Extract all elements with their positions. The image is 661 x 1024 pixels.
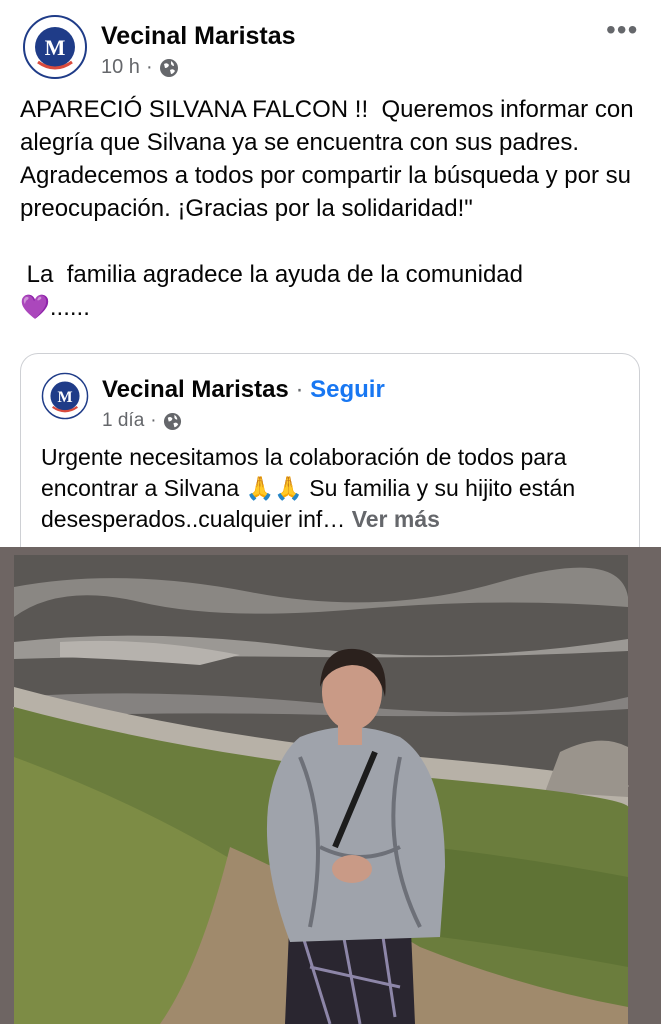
shared-post-author-line: Vecinal Maristas · Seguir	[102, 376, 385, 404]
vecinal-maristas-logo-icon: M	[41, 372, 89, 420]
shared-post-time[interactable]: 1 día	[102, 410, 144, 432]
svg-text:M: M	[45, 35, 66, 60]
shared-post-author[interactable]: Vecinal Maristas	[102, 376, 289, 403]
globe-icon[interactable]	[163, 412, 182, 431]
follow-button[interactable]: Seguir	[310, 376, 385, 403]
author-dot: ·	[295, 376, 304, 403]
globe-icon[interactable]	[159, 58, 179, 78]
post-photo[interactable]	[0, 547, 661, 1024]
post-header: M Vecinal Maristas 10 h · •••	[0, 0, 661, 90]
meta-separator: ·	[145, 56, 153, 78]
post-meta: 10 h ·	[101, 56, 179, 79]
photo-image	[0, 547, 661, 1024]
more-dots-icon[interactable]: •••	[606, 14, 638, 46]
svg-text:M: M	[57, 389, 72, 406]
meta-separator: ·	[150, 410, 157, 431]
shared-page-avatar[interactable]: M	[41, 372, 89, 420]
shared-post-text: Urgente necesitamos la colaboración de t…	[41, 442, 626, 535]
post-time[interactable]: 10 h	[101, 56, 140, 79]
vecinal-maristas-logo-icon: M	[22, 14, 88, 80]
post-text: APARECIÓ SILVANA FALCON !! Queremos info…	[20, 96, 634, 321]
post-author[interactable]: Vecinal Maristas	[101, 22, 296, 51]
shared-post-body: Urgente necesitamos la colaboración de t…	[41, 444, 576, 532]
see-more-link[interactable]: Ver más	[352, 506, 440, 532]
shared-post-meta: 1 día ·	[102, 410, 182, 432]
shared-post-card[interactable]: M Vecinal Maristas · Seguir 1 día · Urge…	[20, 353, 640, 554]
page-avatar[interactable]: M	[22, 14, 88, 80]
